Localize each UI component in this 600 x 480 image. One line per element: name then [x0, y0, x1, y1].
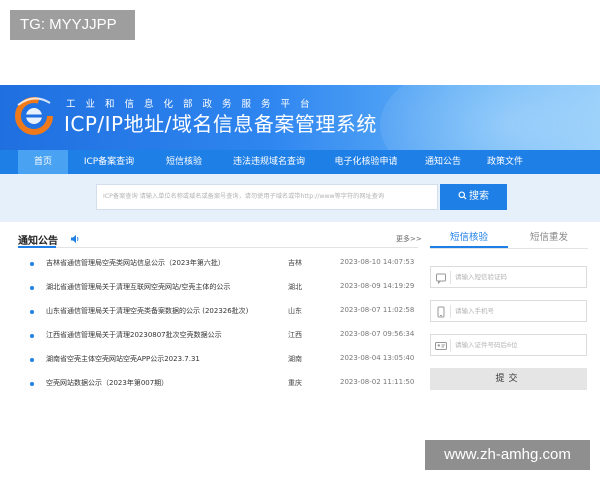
site-header: 工业和信息化部政务服务平台 ICP/IP地址/域名信息备案管理系统	[0, 85, 600, 150]
notice-item[interactable]: 湖南省空壳主体空壳网站空壳APP公示2023.7.31 湖南 2023-08-0…	[30, 354, 420, 366]
logo-icon	[15, 97, 53, 135]
notices-divider-accent	[18, 246, 56, 248]
notice-item-title[interactable]: 山东省通信管理局关于清理空壳类备案数据的公示 (202326批次)	[46, 306, 248, 316]
notice-item-title[interactable]: 湖南省空壳主体空壳网站空壳APP公示2023.7.31	[46, 354, 200, 364]
field-separator	[450, 339, 451, 352]
notice-item-province: 山东	[288, 307, 302, 315]
notice-item[interactable]: 山东省通信管理局关于清理空壳类备案数据的公示 (202326批次) 山东 202…	[30, 306, 420, 318]
notice-item-date: 2023-08-10 14:07:53	[340, 258, 415, 266]
nav-item-e-verify-apply[interactable]: 电子化核验申请	[320, 150, 412, 174]
search-button-label: 搜索	[469, 191, 489, 202]
notice-item[interactable]: 湖北省通信管理局关于清理互联网空壳网站/空壳主体的公示 湖北 2023-08-0…	[30, 282, 420, 294]
notice-item-date: 2023-08-07 09:56:34	[340, 330, 415, 338]
nav-item-notices[interactable]: 通知公告	[412, 150, 474, 174]
header-title: ICP/IP地址/域名信息备案管理系统	[64, 112, 377, 136]
notice-item-date: 2023-08-02 11:11:50	[340, 378, 415, 386]
notice-item[interactable]: 江西省通信管理局关于清理20230807批次空壳数据公示 江西 2023-08-…	[30, 330, 420, 342]
phone-icon	[437, 306, 445, 318]
bullet-icon	[30, 262, 34, 266]
nav-item-sms-verify[interactable]: 短信核验	[150, 150, 218, 174]
sms-panel-tabs: 短信核验 短信重发	[430, 228, 588, 248]
sms-code-field[interactable]: 请输入短信验证码	[430, 266, 587, 288]
notice-item-province: 吉林	[288, 259, 302, 267]
nav-item-icp-query[interactable]: ICP备案查询	[68, 150, 150, 174]
notice-item-province: 江西	[288, 331, 302, 339]
phone-field[interactable]: 请输入手机号	[430, 300, 587, 322]
field-separator	[450, 305, 451, 318]
notices-divider	[18, 247, 418, 248]
notice-item-province: 湖北	[288, 283, 302, 291]
speaker-icon	[71, 235, 79, 243]
notices-header: 通知公告 更多>>	[18, 232, 422, 248]
tab-sms-resend[interactable]: 短信重发	[510, 228, 588, 248]
id-card-icon	[435, 342, 447, 350]
tab-sms-verify[interactable]: 短信核验	[430, 228, 508, 248]
notice-item-title[interactable]: 江西省通信管理局关于清理20230807批次空壳数据公示	[46, 330, 222, 340]
notice-item-title[interactable]: 湖北省通信管理局关于清理互联网空壳网站/空壳主体的公示	[46, 282, 230, 292]
phone-placeholder: 请输入手机号	[455, 307, 494, 315]
nav-item-illegal-domain-query[interactable]: 违法违规域名查询	[218, 150, 320, 174]
nav-item-policy-docs[interactable]: 政策文件	[474, 150, 536, 174]
bullet-icon	[30, 310, 34, 314]
id-number-placeholder: 请输入证件号码后6位	[455, 341, 518, 349]
notice-item-title[interactable]: 空壳网站数据公示（2023年第007期）	[46, 378, 168, 388]
search-button[interactable]: 搜索	[440, 184, 507, 210]
search-icon	[458, 191, 467, 200]
notice-item-province: 湖南	[288, 355, 302, 363]
nav-item-home[interactable]: 首页	[18, 150, 68, 174]
watermark-telegram: TG: MYYJJPP	[10, 10, 135, 40]
bullet-icon	[30, 358, 34, 362]
notice-item[interactable]: 空壳网站数据公示（2023年第007期） 重庆 2023-08-02 11:11…	[30, 378, 420, 390]
notice-item-date: 2023-08-07 11:02:58	[340, 306, 415, 314]
notice-item-province: 重庆	[288, 379, 302, 387]
watermark-url: www.zh-amhg.com	[425, 440, 590, 470]
field-separator	[450, 271, 451, 284]
notices-more-link[interactable]: 更多>>	[396, 234, 422, 244]
tabs-divider	[430, 248, 588, 249]
main-nav: 首页 ICP备案查询 短信核验 违法违规域名查询 电子化核验申请 通知公告 政策…	[0, 150, 600, 174]
notices-title: 通知公告	[18, 236, 58, 247]
notice-item[interactable]: 吉林省通信管理局空壳类网站信息公示（2023年第六批） 吉林 2023-08-1…	[30, 258, 420, 270]
notice-item-date: 2023-08-04 13:05:40	[340, 354, 415, 362]
submit-button[interactable]: 提交	[430, 368, 587, 390]
bullet-icon	[30, 286, 34, 290]
sms-code-icon	[436, 273, 446, 284]
sms-code-placeholder: 请输入短信验证码	[455, 273, 507, 281]
bullet-icon	[30, 382, 34, 386]
id-number-field[interactable]: 请输入证件号码后6位	[430, 334, 587, 356]
notice-item-date: 2023-08-09 14:19:29	[340, 282, 415, 290]
bullet-icon	[30, 334, 34, 338]
notice-item-title[interactable]: 吉林省通信管理局空壳类网站信息公示（2023年第六批）	[46, 258, 225, 268]
search-input[interactable]: ICP备案查询 请输入单位名称或域名或备案号查询，请勿使用子域名或带http:/…	[96, 184, 438, 210]
